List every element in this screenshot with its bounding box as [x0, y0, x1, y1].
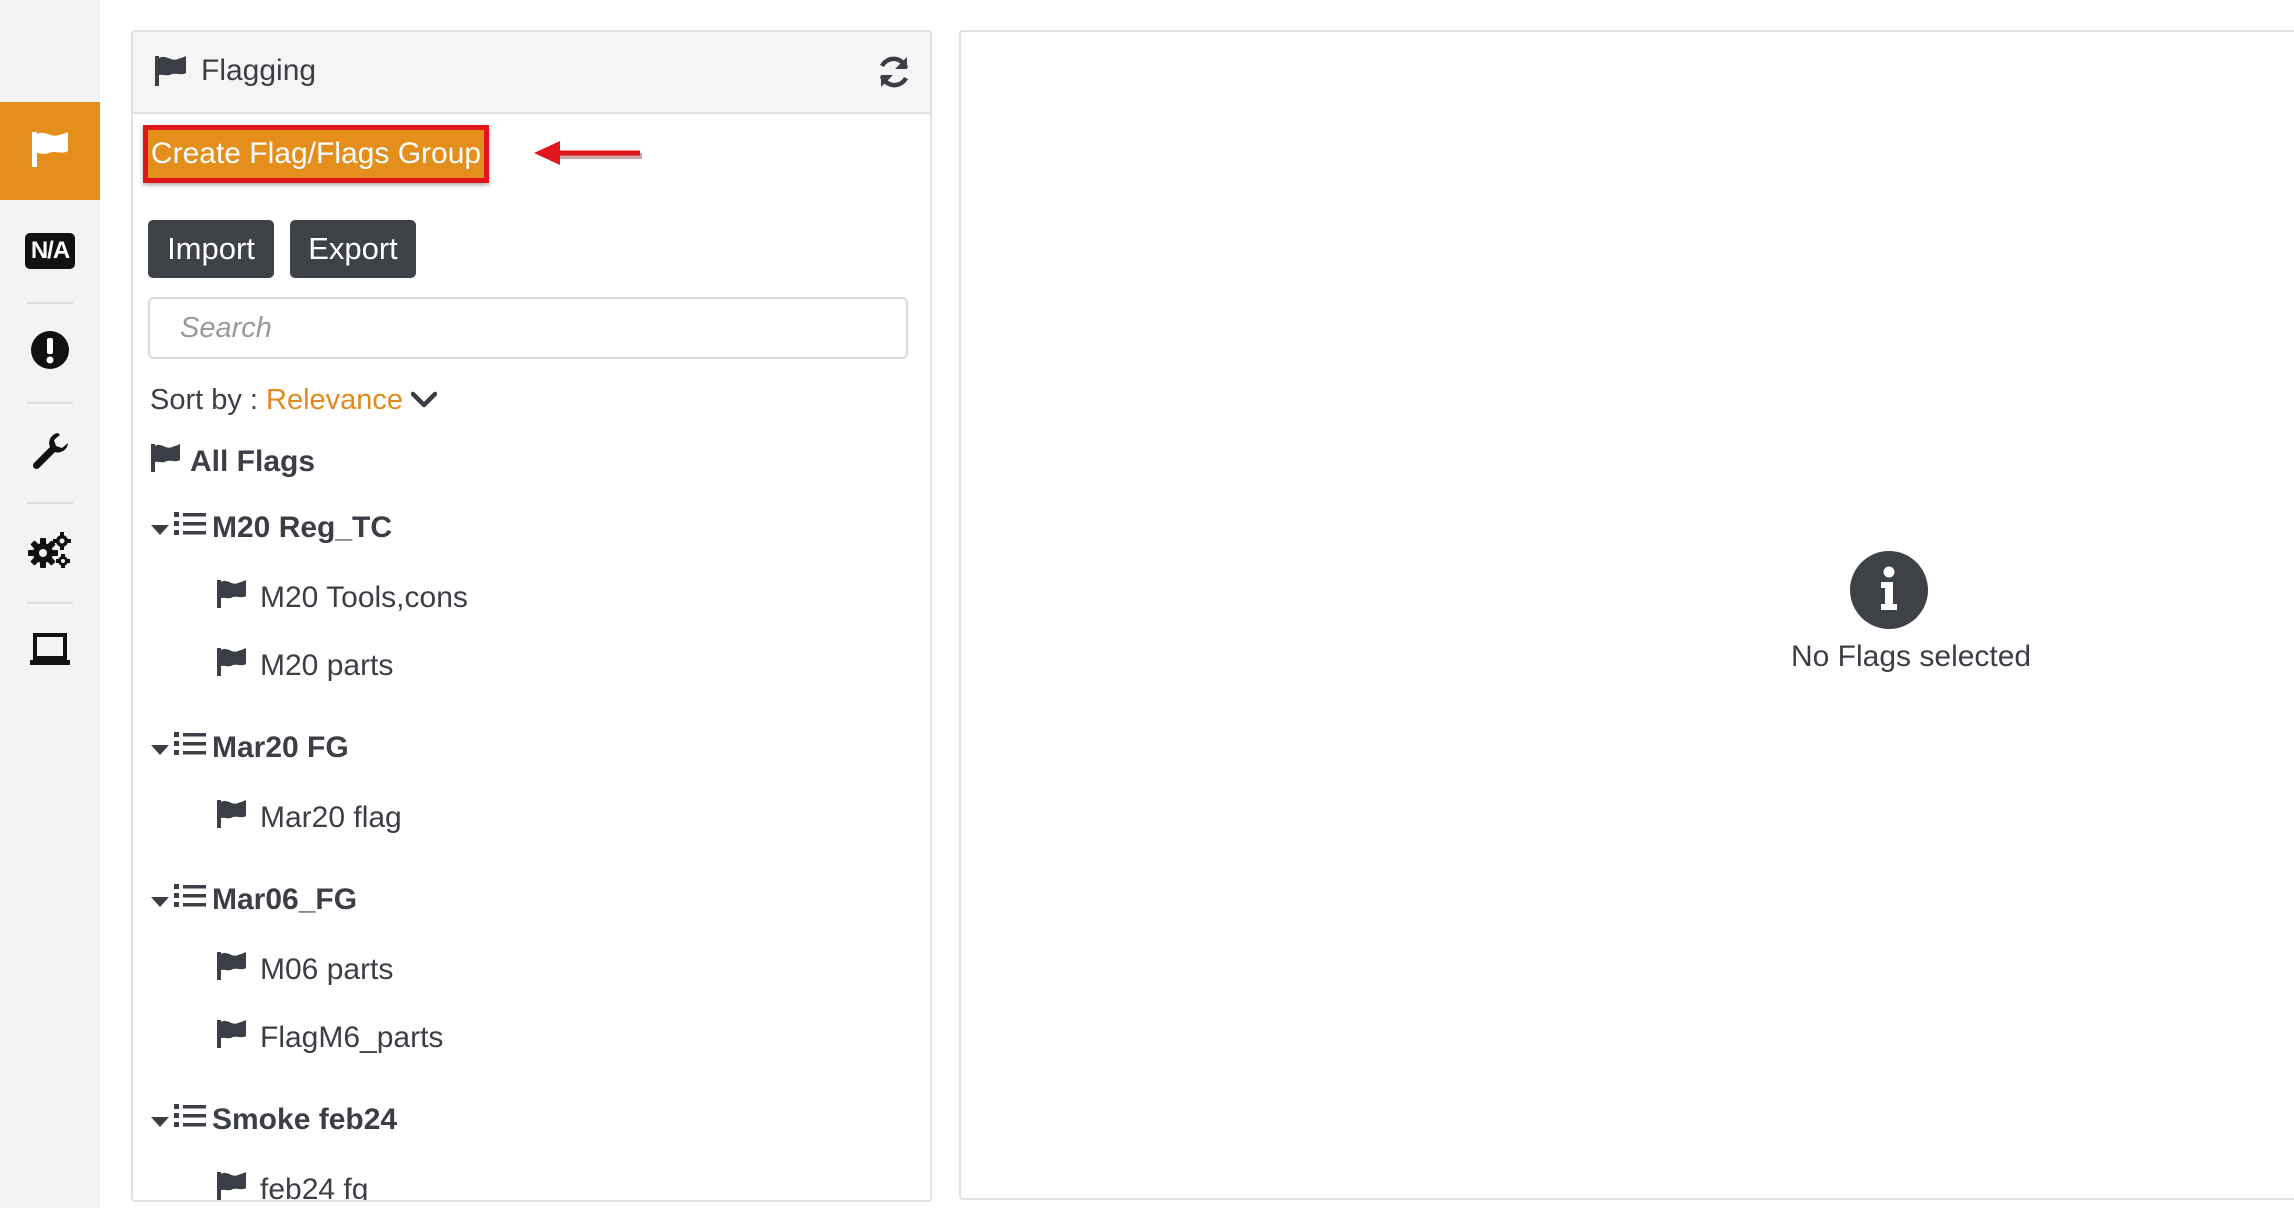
all-flags-label: All Flags: [190, 445, 316, 478]
search-input[interactable]: [148, 297, 908, 359]
flag-icon: [216, 798, 248, 838]
nav-devices[interactable]: [0, 627, 100, 677]
exclamation-circle-icon: [30, 330, 70, 375]
sort-label: Sort by :: [150, 384, 258, 416]
create-flag-group-button[interactable]: Create Flag/Flags Group: [143, 125, 489, 183]
laptop-icon: [29, 632, 71, 673]
flag-item-label: feb24 fg: [260, 1173, 369, 1202]
annotation-arrow: [530, 137, 646, 178]
flag-group-item[interactable]: M20 Reg_TC: [150, 510, 392, 546]
list-icon: [174, 730, 206, 766]
flag-icon: [216, 1170, 248, 1200]
export-button[interactable]: Export: [290, 220, 416, 278]
sort-value[interactable]: Relevance: [266, 384, 403, 417]
flag-icon: [216, 950, 248, 990]
flag-item[interactable]: FlagM6_parts: [216, 1018, 443, 1058]
flag-icon: [216, 578, 248, 618]
sort-control: Sort by : Relevance: [150, 384, 438, 417]
panel-title: Flagging: [201, 54, 317, 87]
nav-alerts[interactable]: [0, 327, 100, 377]
flag-item-label: FlagM6_parts: [260, 1021, 444, 1054]
flag-item[interactable]: M20 parts: [216, 646, 393, 686]
flag-icon: [216, 1018, 248, 1058]
empty-state-message: No Flags selected: [1791, 640, 2032, 673]
left-nav-rail: N/A: [0, 0, 100, 1208]
flag-group-item[interactable]: Mar06_FG: [150, 882, 357, 918]
na-icon: N/A: [24, 233, 76, 269]
flag-item-label: M20 parts: [260, 649, 394, 682]
flag-icon: [150, 442, 182, 482]
wrench-icon: [30, 430, 70, 475]
flag-group-label: Mar20 FG: [212, 731, 349, 764]
flag-group-item[interactable]: Mar20 FG: [150, 730, 349, 766]
flagging-panel: Flagging Create Flag/Flags Group Import …: [131, 30, 932, 1202]
list-icon: [174, 510, 206, 546]
nav-flagging[interactable]: [0, 102, 100, 200]
flag-icon: [29, 129, 71, 174]
caret-down-icon[interactable]: [150, 883, 170, 917]
rail-divider: [27, 302, 73, 304]
all-flags-item[interactable]: All Flags: [150, 442, 315, 482]
info-icon: [1849, 550, 1929, 635]
rail-divider: [27, 402, 73, 404]
flag-icon: [153, 54, 189, 93]
list-icon: [174, 1102, 206, 1138]
flag-item[interactable]: feb24 fg: [216, 1170, 369, 1202]
refresh-icon[interactable]: [876, 54, 912, 95]
caret-down-icon[interactable]: [150, 511, 170, 545]
nav-tools[interactable]: [0, 427, 100, 477]
rail-divider: [27, 602, 73, 604]
flag-group-label: M20 Reg_TC: [212, 511, 393, 544]
import-button[interactable]: Import: [148, 220, 274, 278]
flag-item-label: Mar20 flag: [260, 801, 402, 834]
flag-item[interactable]: Mar20 flag: [216, 798, 402, 838]
details-panel: No Flags selected: [959, 30, 2294, 1200]
caret-down-icon[interactable]: [150, 1103, 170, 1137]
chevron-down-icon[interactable]: [410, 384, 438, 417]
flag-item-label: M20 Tools,cons: [260, 581, 468, 614]
flag-item-label: M06 parts: [260, 953, 394, 986]
gears-icon: [28, 530, 72, 575]
caret-down-icon[interactable]: [150, 731, 170, 765]
flag-group-item[interactable]: Smoke feb24: [150, 1102, 397, 1138]
flag-group-label: Smoke feb24: [212, 1103, 398, 1136]
flag-item[interactable]: M06 parts: [216, 950, 393, 990]
flag-icon: [216, 646, 248, 686]
flag-item[interactable]: M20 Tools,cons: [216, 578, 468, 618]
nav-settings[interactable]: [0, 527, 100, 577]
nav-na[interactable]: N/A: [0, 226, 100, 276]
flag-group-label: Mar06_FG: [212, 883, 358, 916]
rail-divider: [27, 502, 73, 504]
panel-header: Flagging: [133, 32, 930, 114]
list-icon: [174, 882, 206, 918]
